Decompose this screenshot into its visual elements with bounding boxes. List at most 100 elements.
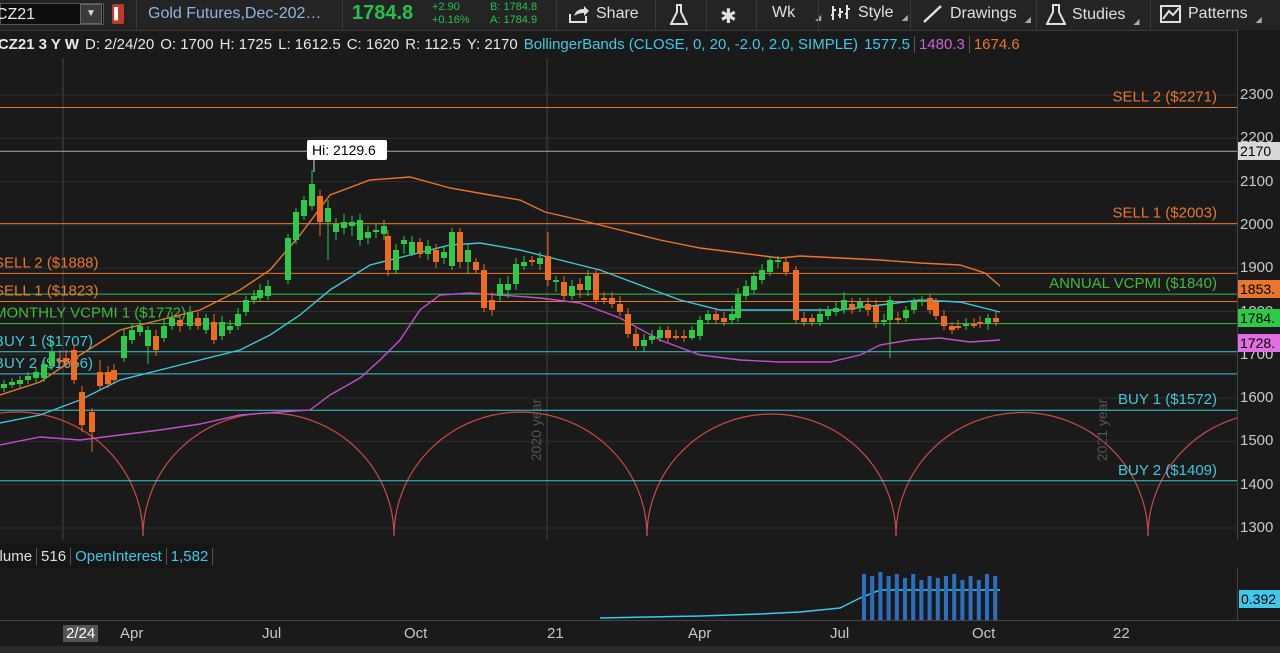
price-axis-tag: 2170 [1238, 142, 1280, 161]
drawings-button[interactable]: Drawings ◢ [922, 4, 1031, 24]
candle-body [545, 256, 551, 280]
divider [342, 0, 343, 30]
chart-symbol-label[interactable]: /GCZ21 3 Y W [0, 36, 79, 53]
candle-body [767, 260, 773, 272]
candle-body [793, 270, 799, 320]
candle-body [33, 372, 39, 378]
drawings-label: Drawings [950, 5, 1017, 22]
candle-body [521, 262, 527, 266]
price-chart[interactable]: 2020 year 2021 year SELL 2 ($2271) SELL 1 (… [0, 58, 1237, 540]
time-axis-tick: Apr [688, 625, 712, 642]
dropdown-triangle-icon: ◢ [1024, 15, 1031, 24]
volume-chart[interactable] [0, 568, 1237, 620]
candle-body [57, 360, 63, 362]
time-axis-tick: Jul [262, 625, 282, 642]
candle-body [977, 322, 983, 324]
candle-body [17, 380, 23, 384]
price-axis-tag: 1728. [1238, 333, 1280, 352]
symbol-dropdown-button[interactable]: ▼ [80, 4, 102, 24]
hi-label: Hi: 2129.6 [312, 142, 376, 158]
candle-body [673, 336, 679, 338]
toolbar: /GCZ21 ▼ ▌ Gold Futures,Dec-202… 1784.8 … [0, 0, 1280, 31]
period-label: 2020 year [528, 399, 544, 462]
divider [556, 0, 557, 30]
divider [910, 0, 911, 30]
alert-flag-icon[interactable]: ▌ [112, 4, 124, 24]
cycle-arc [895, 412, 1149, 537]
info-date: D: 2/24/20 [84, 35, 155, 53]
candle-body [169, 318, 175, 326]
divider [756, 0, 757, 30]
candle-body [341, 222, 347, 228]
volume-bar [903, 578, 907, 620]
candle-body [585, 276, 591, 290]
candle-body [105, 372, 111, 384]
level-label: BUY 2 ($1409) [1118, 462, 1217, 479]
style-label: Style [858, 4, 894, 21]
candle-body [393, 250, 399, 270]
style-button[interactable]: Style ◢ [830, 4, 908, 22]
candle-body [489, 300, 495, 310]
candle-body [265, 286, 271, 296]
volume-bar [894, 574, 899, 620]
candle-body [425, 246, 431, 254]
volume-bar [886, 576, 891, 620]
flask-icon [1046, 4, 1066, 25]
divider [1150, 0, 1151, 30]
price-change: +2.90 +0.16% [432, 1, 470, 27]
volume-bar [976, 580, 981, 620]
patterns-label: Patterns [1188, 5, 1248, 22]
study-name[interactable]: BollingerBands (CLOSE, 0, 20, -2.0, 2.0,… [524, 36, 858, 53]
share-label: Share [596, 5, 639, 22]
candle-body [285, 238, 291, 280]
candle-body [903, 310, 909, 318]
candle-body [665, 330, 671, 338]
cycle-arc [142, 412, 395, 537]
candle-body [713, 314, 719, 320]
dropdown-triangle-icon: ◢ [1255, 15, 1262, 24]
status-strip [0, 646, 1280, 653]
time-axis-tick: Apr [120, 625, 144, 642]
flask-button[interactable] [670, 4, 688, 26]
candle-body [177, 320, 183, 326]
studies-button[interactable]: Studies ◢ [1046, 4, 1140, 26]
candle-body [243, 300, 249, 312]
candle-body [865, 304, 871, 310]
divider [706, 0, 707, 30]
candle-body [301, 200, 307, 216]
info-y: Y: 2170 [466, 35, 518, 53]
studies-label: Studies [1072, 6, 1126, 23]
candle-body [553, 280, 559, 282]
candle-body [481, 270, 487, 308]
price-axis-tick: 1500 [1240, 432, 1274, 450]
level-label: BUY 1 ($1572) [1118, 391, 1217, 408]
settings-button[interactable]: ✱ [720, 4, 737, 29]
patterns-button[interactable]: Patterns ◢ [1160, 4, 1262, 24]
volume-label[interactable]: Volume [0, 547, 38, 565]
time-axis[interactable]: 2/24 Apr Jul Oct 21 Apr Jul Oct 22 [0, 620, 1280, 647]
candle-body [63, 358, 69, 362]
volume-header: Volume 516 OpenInterest 1,582 [0, 544, 214, 568]
level-label: SELL 1 ($1823) [0, 283, 99, 300]
candle-body [257, 290, 263, 298]
volume-bar [870, 576, 875, 620]
volume-bar [952, 574, 957, 620]
volume-bar [985, 574, 989, 620]
candle-body [309, 184, 315, 206]
open-interest-line [599, 589, 1000, 619]
candle-body [111, 370, 117, 380]
candle-body [887, 300, 893, 320]
volume-value: 516 [37, 547, 72, 565]
aggregation-dropdown[interactable]: Wk◢ [772, 4, 821, 22]
bid-value: B: 1784.8 [490, 1, 538, 13]
patterns-icon [1160, 5, 1181, 23]
pencil-icon [923, 5, 942, 23]
candle-body [293, 212, 299, 240]
change-value: +2.90 [432, 1, 460, 13]
share-button[interactable]: Share [568, 4, 639, 24]
open-interest-label[interactable]: OpenInterest [71, 547, 167, 565]
candle-body [825, 310, 831, 316]
candle-body [187, 312, 193, 326]
divider [1036, 0, 1037, 30]
price-axis-tick: 1400 [1240, 475, 1274, 493]
